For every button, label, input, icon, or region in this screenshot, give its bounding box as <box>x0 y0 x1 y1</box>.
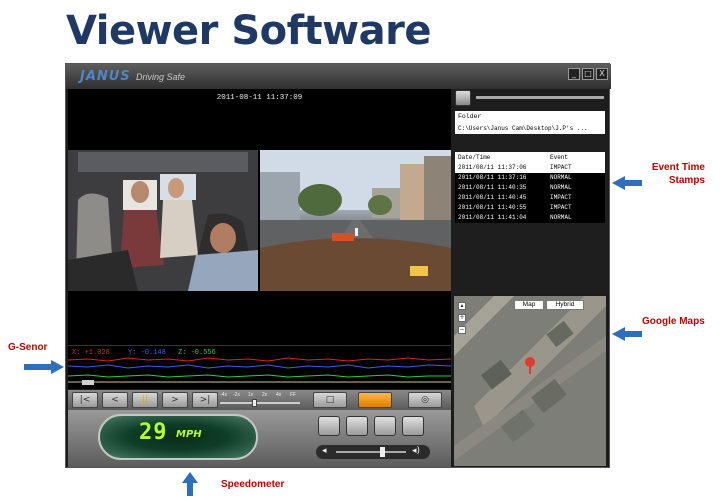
row-event: NORMAL <box>550 184 572 191</box>
speed-label: 4x <box>276 392 282 398</box>
event-panel: Folder C:\Users\Janus Cam\Desktop\J.P's … <box>452 89 609 294</box>
row-event: NORMAL <box>550 214 572 221</box>
table-row[interactable]: 2011/08/11 11:41:04 NORMAL <box>455 213 605 223</box>
speed-slider-handle[interactable] <box>252 399 257 407</box>
road-camera-view <box>260 150 451 291</box>
skip-back-button[interactable]: |< <box>72 392 98 408</box>
pan-up-button[interactable]: ▴ <box>458 302 466 310</box>
speed-label: 1x <box>248 392 254 398</box>
speed-label: 2x <box>262 392 268 398</box>
arrow-left-icon <box>612 327 642 341</box>
row-event: IMPACT <box>550 194 572 201</box>
janus-logo: JANUS <box>80 69 131 84</box>
table-row[interactable]: 2011/08/11 11:37:06 IMPACT <box>455 163 605 173</box>
row-datetime: 2011/08/11 11:40:35 <box>458 184 527 191</box>
header-event: Event <box>550 154 569 161</box>
row-datetime: 2011/08/11 11:40:55 <box>458 204 527 211</box>
zoom-in-button[interactable]: + <box>458 314 466 322</box>
zoom-out-button[interactable]: − <box>458 326 466 334</box>
video-area: 2011-08-11 11:37:09 <box>68 89 451 355</box>
callout-google-maps: Google Maps <box>642 316 705 327</box>
callout-g-sensor: G-Senor <box>8 342 48 353</box>
row-event: IMPACT <box>550 204 572 211</box>
speed-label: -2x <box>233 392 240 398</box>
title-bar: JANUS Driving Safe _ □ X <box>66 64 611 89</box>
disc-button[interactable] <box>346 416 368 436</box>
volume-slider[interactable] <box>336 451 406 453</box>
row-datetime: 2011/08/11 11:41:04 <box>458 214 527 221</box>
speedometer-unit: MPH <box>176 429 202 440</box>
slide-title: Viewer Software <box>66 8 431 54</box>
table-row[interactable]: 2011/08/11 11:40:35 NORMAL <box>455 183 605 193</box>
volume-high-icon: ◂) <box>412 446 421 456</box>
camera-toggle-button[interactable]: ◎ <box>408 392 442 408</box>
snapshot-button[interactable] <box>318 416 340 436</box>
event-table-header: Date/Time Event <box>455 152 605 163</box>
folder-label: Folder <box>455 111 605 123</box>
table-row[interactable]: 2011/08/11 11:40:55 IMPACT <box>455 203 605 213</box>
header-datetime: Date/Time <box>458 154 491 161</box>
folder-path: C:\Users\Janus Cam\Desktop\J.P's ... <box>455 123 605 134</box>
maximize-button[interactable]: □ <box>582 68 594 80</box>
volume-control: ◂ ◂) <box>316 445 430 459</box>
settings-button[interactable] <box>374 416 396 436</box>
print-button[interactable] <box>402 416 424 436</box>
video-timestamp: 2011-08-11 11:37:09 <box>216 94 303 102</box>
row-datetime: 2011/08/11 11:37:06 <box>458 164 527 171</box>
event-table: Date/Time Event 2011/08/11 11:37:06 IMPA… <box>455 152 605 223</box>
speedometer-value: 29 <box>139 420 168 445</box>
speed-label: -4x <box>220 392 227 398</box>
map-satellite-image <box>454 296 606 466</box>
close-button[interactable]: X <box>596 68 608 80</box>
road-camera-image <box>260 150 451 291</box>
timeline-scrubber[interactable] <box>82 380 94 385</box>
table-row[interactable]: 2011/08/11 11:40:45 IMPACT <box>455 193 605 203</box>
bottom-panel: 29 MPH ◂ ◂) <box>68 410 451 467</box>
row-event: NORMAL <box>550 174 572 181</box>
g-sensor-graph: X: +1.028 Y: -0.148 Z: -0.556 <box>68 345 451 389</box>
split-view-button[interactable] <box>358 392 392 408</box>
row-datetime: 2011/08/11 11:40:45 <box>458 194 527 201</box>
skip-forward-button[interactable]: >| <box>192 392 218 408</box>
forward-button[interactable]: > <box>162 392 188 408</box>
arrow-left-icon <box>612 176 642 190</box>
pause-button[interactable]: || <box>132 392 158 408</box>
volume-slider-handle[interactable] <box>380 447 385 457</box>
panel-slider[interactable] <box>476 96 604 99</box>
viewer-window: JANUS Driving Safe _ □ X 2011-08-11 11:3… <box>65 63 611 468</box>
stop-button[interactable]: □ <box>313 392 347 408</box>
hybrid-tab[interactable]: Hybrid <box>546 300 584 310</box>
table-row[interactable]: 2011/08/11 11:37:16 NORMAL <box>455 173 605 183</box>
google-map[interactable]: Map Hybrid ▴ + − <box>454 296 606 466</box>
rewind-button[interactable]: < <box>102 392 128 408</box>
minimize-button[interactable]: _ <box>568 68 580 80</box>
interior-camera-image <box>68 150 258 291</box>
tagline: Driving Safe <box>136 72 186 82</box>
speed-label: FF <box>290 392 297 398</box>
callout-speedometer: Speedometer <box>221 479 285 490</box>
volume-low-icon: ◂ <box>322 446 327 456</box>
callout-event-time-stamps: Event Time Stamps <box>651 162 705 186</box>
map-tab[interactable]: Map <box>514 300 544 310</box>
speed-slider[interactable] <box>220 402 300 404</box>
arrow-up-icon <box>182 472 198 496</box>
row-event: IMPACT <box>550 164 572 171</box>
arrow-right-icon <box>24 360 64 374</box>
folder-icon[interactable] <box>455 90 471 106</box>
interior-camera-view <box>68 150 258 291</box>
playback-controls: |< < || > >| -4x -2x 1x 2x 4x FF □ ◎ <box>68 390 451 410</box>
row-datetime: 2011/08/11 11:37:16 <box>458 174 527 181</box>
g-sensor-traces <box>68 357 451 385</box>
